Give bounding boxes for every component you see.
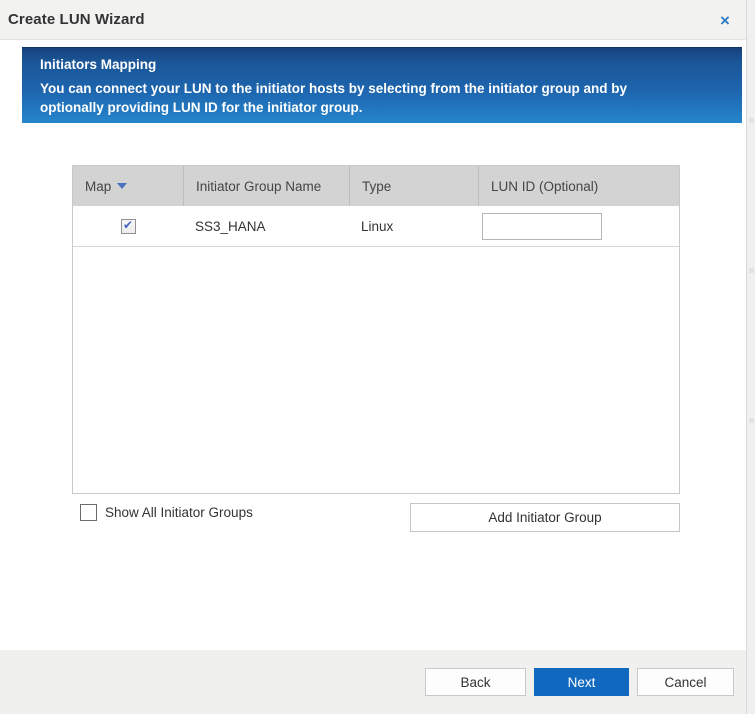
map-cell: ✔: [73, 219, 183, 234]
table-row: ✔ SS3_HANA Linux: [73, 206, 679, 247]
map-checkbox[interactable]: ✔: [121, 219, 136, 234]
table-header: Map Initiator Group Name Type LUN ID (Op…: [73, 166, 679, 206]
initiator-group-table: Map Initiator Group Name Type LUN ID (Op…: [72, 165, 680, 494]
type-cell: Linux: [349, 219, 478, 234]
show-all-label: Show All Initiator Groups: [105, 505, 253, 520]
column-header-lun-id[interactable]: LUN ID (Optional): [478, 166, 679, 206]
dialog-titlebar: Create LUN Wizard ×: [0, 0, 746, 40]
initiator-group-name-cell: SS3_HANA: [183, 219, 349, 234]
close-icon[interactable]: ×: [714, 9, 736, 31]
dialog-footer: Back Next Cancel: [0, 650, 746, 714]
checkmark-icon: ✔: [123, 219, 133, 231]
column-header-type[interactable]: Type: [349, 166, 478, 206]
column-header-initiator-group-name[interactable]: Initiator Group Name: [183, 166, 349, 206]
step-description: You can connect your LUN to the initiato…: [40, 79, 692, 117]
page: Create LUN Wizard × Initiators Mapping Y…: [0, 0, 755, 714]
back-button[interactable]: Back: [425, 668, 526, 696]
lun-id-cell: [478, 213, 679, 240]
column-header-map[interactable]: Map: [73, 166, 183, 206]
cancel-button[interactable]: Cancel: [637, 668, 734, 696]
sort-arrow-icon[interactable]: [117, 183, 127, 189]
lun-id-input[interactable]: [482, 213, 602, 240]
show-all-checkbox[interactable]: [80, 504, 97, 521]
dialog-title: Create LUN Wizard: [8, 11, 145, 28]
step-title: Initiators Mapping: [40, 57, 712, 72]
show-all-initiator-groups[interactable]: Show All Initiator Groups: [80, 504, 253, 521]
wizard-step-banner: Initiators Mapping You can connect your …: [22, 47, 742, 123]
next-button[interactable]: Next: [534, 668, 629, 696]
add-initiator-group-button[interactable]: Add Initiator Group: [410, 503, 680, 532]
create-lun-wizard-dialog: Create LUN Wizard × Initiators Mapping Y…: [0, 0, 746, 714]
background-page-strip: [746, 0, 755, 714]
